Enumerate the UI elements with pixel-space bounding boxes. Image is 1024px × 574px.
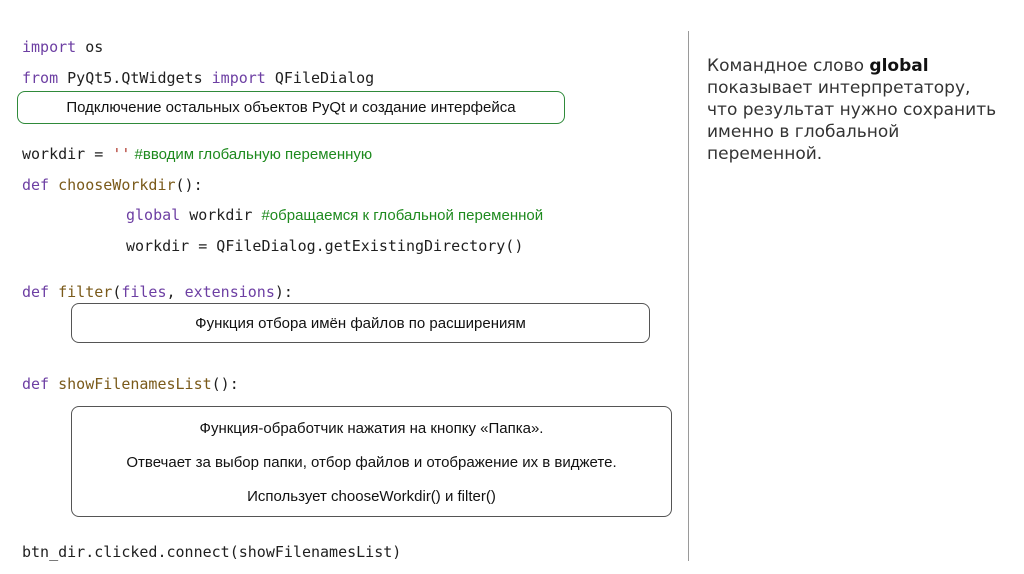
code-text: workdir = <box>22 145 113 163</box>
code-text: (): <box>211 375 239 393</box>
code-text: ): <box>274 283 293 301</box>
code-line-workdir: workdir = '' #вводим глобальную переменн… <box>22 145 372 164</box>
keyword: from <box>22 69 59 87</box>
vertical-divider <box>688 31 689 561</box>
filter-summary-box: Функция отбора имён файлов по расширения… <box>71 303 650 343</box>
code-text: , <box>166 283 185 301</box>
keyword: global <box>126 206 181 224</box>
code-line-def-filter: def filter(files, extensions): <box>22 283 293 301</box>
code-line-from-import: from PyQt5.QtWidgets import QFileDialog <box>22 69 374 87</box>
imports-summary-text: Подключение остальных объектов PyQt и со… <box>66 99 516 116</box>
code-text: workdir <box>180 206 262 224</box>
keyword: def <box>22 176 50 194</box>
code-text: ( <box>112 283 122 301</box>
code-text: btn_dir.clicked.connect(showFilenamesLis… <box>22 543 402 561</box>
handler-summary-line: Функция-обработчик нажатия на кнопку «Па… <box>199 420 544 437</box>
code-text: workdir = QFileDialog.getExistingDirecto… <box>126 237 524 255</box>
imports-summary-box: Подключение остальных объектов PyQt и со… <box>17 91 565 124</box>
filter-summary-text: Функция отбора имён файлов по расширения… <box>195 315 526 332</box>
code-line-import-os: import os <box>22 38 103 56</box>
code-text: os <box>76 38 104 56</box>
function-name: chooseWorkdir <box>49 176 176 194</box>
note-keyword: global <box>869 56 929 76</box>
function-name: showFilenamesList <box>49 375 212 393</box>
handler-summary-line: Отвечает за выбор папки, отбор файлов и … <box>126 454 617 471</box>
code-comment: #обращаемся к глобальной переменной <box>261 207 544 224</box>
code-line-connect: btn_dir.clicked.connect(showFilenamesLis… <box>22 543 401 561</box>
handler-summary-line: Использует chooseWorkdir() и filter() <box>247 488 496 505</box>
code-line-getexistingdirectory: workdir = QFileDialog.getExistingDirecto… <box>126 237 523 255</box>
keyword: def <box>22 375 50 393</box>
code-line-global: global workdir #обращаемся к глобальной … <box>126 206 543 225</box>
note-text: Командное слово <box>707 56 870 76</box>
explanation-note: Командное слово global показывает интерп… <box>707 55 997 165</box>
code-comment: #вводим глобальную переменную <box>130 146 373 163</box>
keyword: import <box>211 69 266 87</box>
code-text: PyQt5.QtWidgets <box>58 69 212 87</box>
keyword: import <box>22 38 77 56</box>
note-text: показывает интерпретатору, что результат… <box>707 78 997 164</box>
handler-summary-box: Функция-обработчик нажатия на кнопку «Па… <box>71 406 672 517</box>
code-text: (): <box>175 176 203 194</box>
code-line-def-chooseworkdir: def chooseWorkdir(): <box>22 176 203 194</box>
parameter: extensions <box>184 283 275 301</box>
parameter: files <box>121 283 167 301</box>
code-text: QFileDialog <box>265 69 375 87</box>
code-line-def-showfilenameslist: def showFilenamesList(): <box>22 375 239 393</box>
string-literal: '' <box>112 145 131 163</box>
function-name: filter <box>49 283 113 301</box>
keyword: def <box>22 283 50 301</box>
